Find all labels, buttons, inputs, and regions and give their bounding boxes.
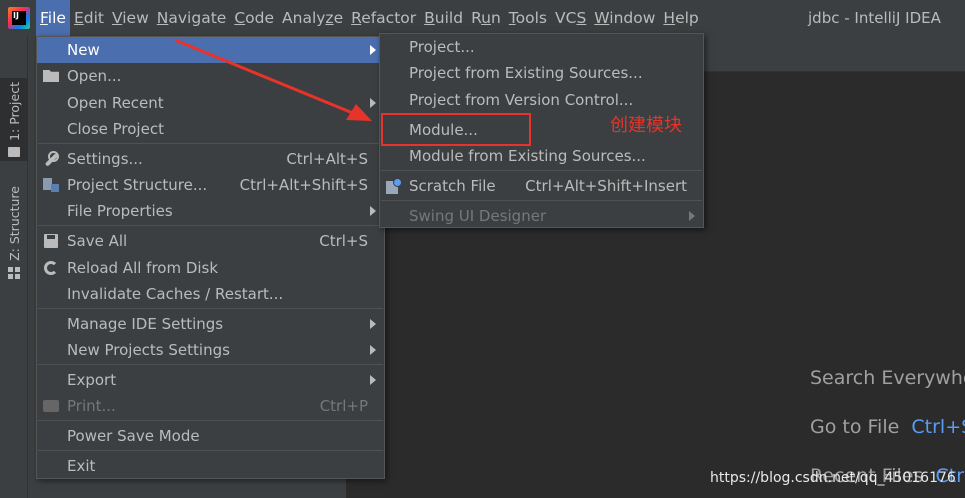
structure-icon [8,266,20,279]
window-title: jdbc - IntelliJ IDEA [808,9,941,27]
menu-item-scratch-file[interactable]: Scratch File Ctrl+Alt+Shift+Insert [380,173,703,199]
scratch-file-icon [385,177,403,195]
hint-go-to-file-shortcut: Ctrl+S [911,416,965,438]
menu-item-open-recent[interactable]: Open Recent [37,90,384,116]
menu-item-module-from-existing-sources[interactable]: Module from Existing Sources... [380,143,703,169]
tab-structure[interactable]: Z: Structure [0,186,28,279]
menu-item-swing-ui-designer: Swing UI Designer [380,203,703,229]
annotation-text: 创建模块 [610,115,682,136]
menu-item-project-from-vcs[interactable]: Project from Version Control... [380,87,703,113]
save-icon [42,232,60,250]
menu-item-new-project[interactable]: Project... [380,34,703,60]
submenu-arrow-icon [370,98,376,108]
watermark: https://blog.csdn.net/qq_45016176 [710,470,956,486]
menu-item-new-projects-settings[interactable]: New Projects Settings [37,337,384,363]
menu-item-settings[interactable]: Settings... Ctrl+Alt+S [37,146,384,172]
menu-window[interactable]: Window [590,0,659,36]
menu-run[interactable]: Run [467,0,505,36]
menu-bar: IJ File Edit View Navigate Code Analyze … [0,0,965,36]
menu-item-exit[interactable]: Exit [37,453,384,479]
tab-structure-label: Z: Structure [6,186,22,261]
wrench-icon [42,150,60,168]
menu-item-project-from-existing-sources[interactable]: Project from Existing Sources... [380,60,703,86]
menu-navigate[interactable]: Navigate [153,0,231,36]
hint-search-everywhere: Search Everywhe [810,367,965,389]
menu-vcs[interactable]: VCS [551,0,590,36]
menu-separator [381,200,702,201]
menu-code[interactable]: Code [230,0,278,36]
menu-item-manage-ide-settings[interactable]: Manage IDE Settings [37,311,384,337]
submenu-arrow-icon [370,206,376,216]
menu-item-file-properties[interactable]: File Properties [37,198,384,224]
menu-separator [38,420,383,421]
submenu-arrow-icon [689,211,695,221]
menu-tools[interactable]: Tools [505,0,551,36]
menu-refactor[interactable]: Refactor [347,0,420,36]
tab-project[interactable]: 1: Project [0,78,28,161]
menu-item-close-project[interactable]: Close Project [37,116,384,142]
menu-separator [381,170,702,171]
submenu-arrow-icon [370,319,376,329]
submenu-arrow-icon [370,45,376,55]
menu-separator [38,225,383,226]
menu-item-export[interactable]: Export [37,367,384,393]
folder-icon [8,146,20,157]
menu-file[interactable]: File [36,0,70,36]
hint-go-to-file: Go to File Ctrl+S [810,416,965,438]
project-structure-icon [42,176,60,194]
reload-icon [42,259,60,277]
menu-item-new[interactable]: New [37,37,384,63]
menu-analyze[interactable]: Analyze [278,0,347,36]
menu-item-project-structure[interactable]: Project Structure... Ctrl+Alt+Shift+S [37,172,384,198]
tool-window-strip: 1: Project Z: Structure [0,36,28,498]
menu-items: File Edit View Navigate Code Analyze Ref… [36,0,703,36]
menu-edit[interactable]: Edit [70,0,108,36]
menu-item-open[interactable]: Open... [37,63,384,89]
menu-build[interactable]: Build [420,0,467,36]
open-folder-icon [42,67,60,85]
submenu-arrow-icon [370,375,376,385]
intellij-logo-icon: IJ [8,7,30,29]
menu-item-invalidate-caches[interactable]: Invalidate Caches / Restart... [37,281,384,307]
menu-help[interactable]: Help [659,0,702,36]
menu-item-power-save-mode[interactable]: Power Save Mode [37,423,384,449]
menu-item-save-all[interactable]: Save All Ctrl+S [37,228,384,254]
module-highlight-box [381,113,531,146]
print-icon [42,397,60,415]
file-menu: New Open... Open Recent Close Project Se… [36,36,385,479]
tab-project-label: 1: Project [6,82,22,141]
menu-item-reload-all[interactable]: Reload All from Disk [37,255,384,281]
submenu-arrow-icon [370,345,376,355]
menu-separator [38,143,383,144]
menu-view[interactable]: View [108,0,153,36]
menu-item-print: Print... Ctrl+P [37,393,384,419]
menu-separator [38,364,383,365]
menu-separator [38,308,383,309]
menu-separator [38,450,383,451]
